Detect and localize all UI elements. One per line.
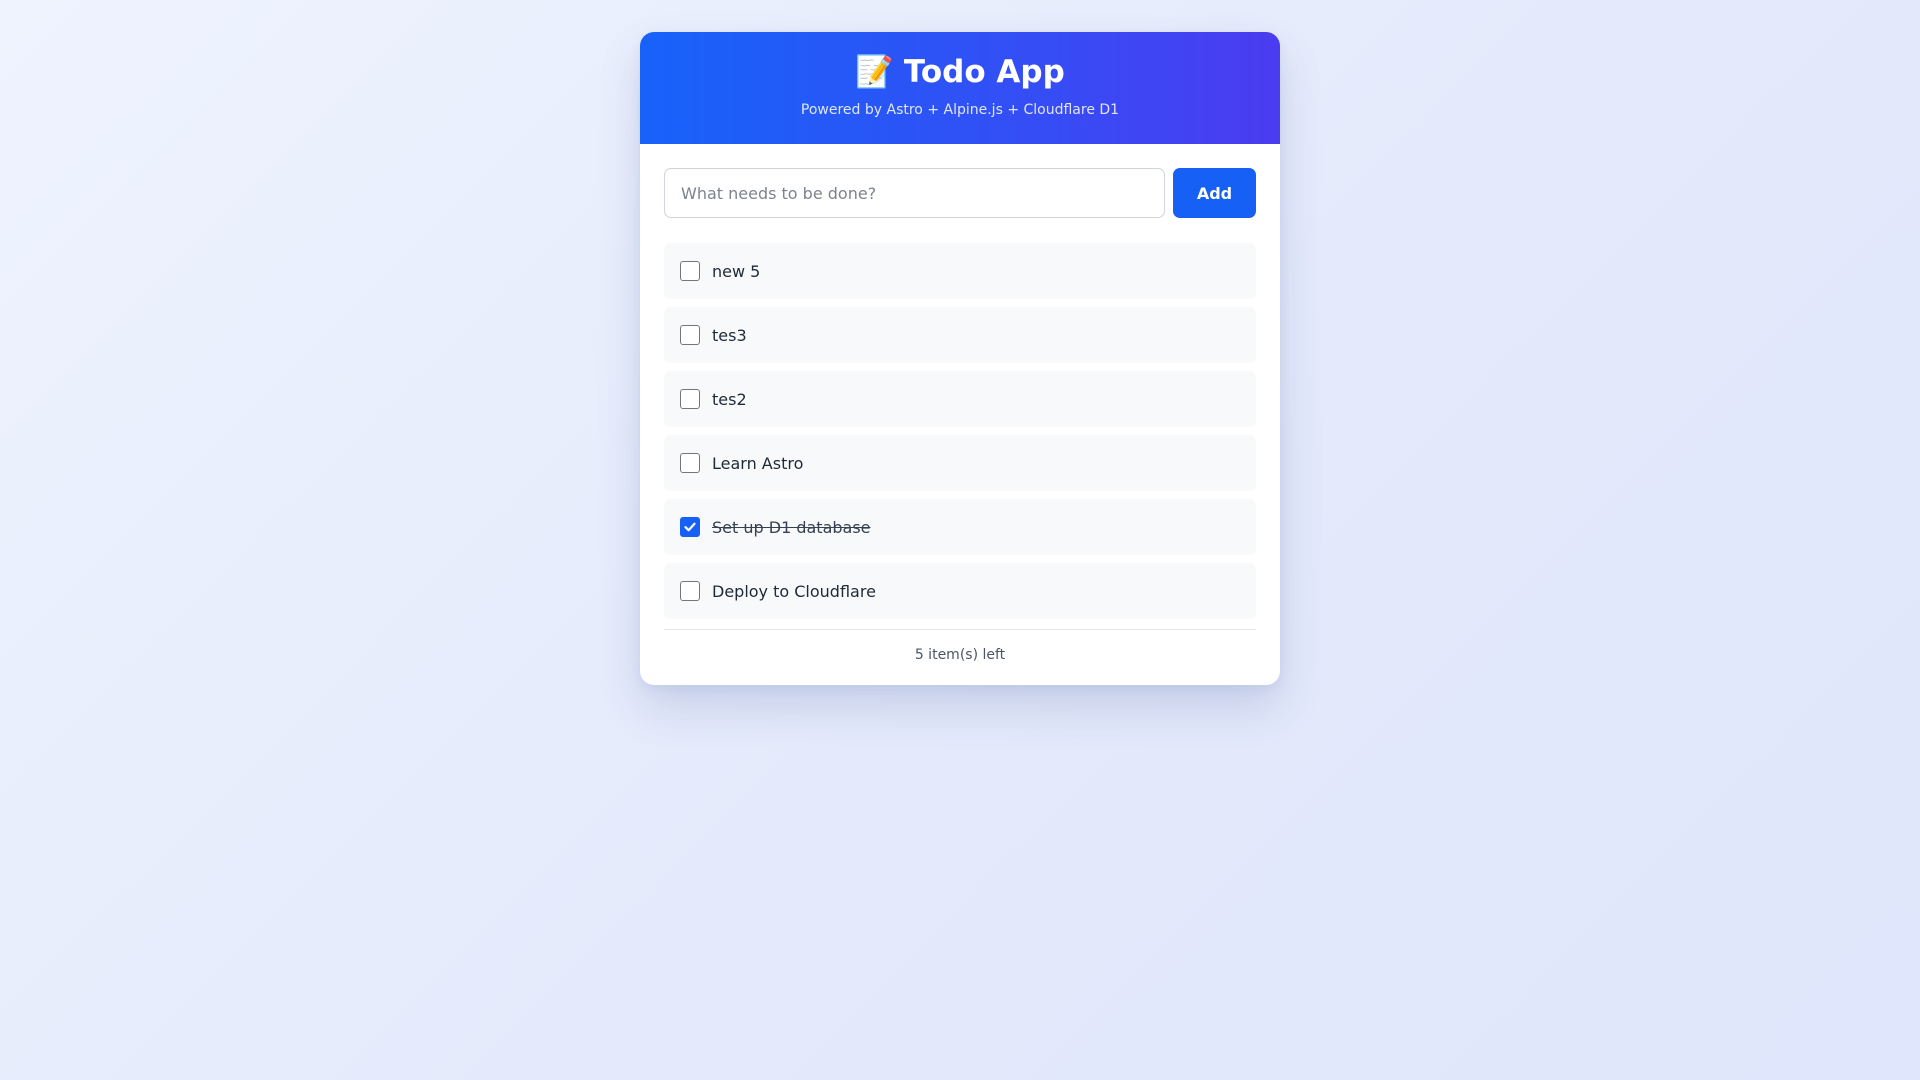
app-title: Todo App	[903, 54, 1065, 90]
page-title: 📝 Todo App	[640, 52, 1280, 92]
new-todo-input[interactable]	[664, 168, 1165, 218]
todo-text: tes2	[712, 389, 747, 409]
app-header: 📝 Todo App Powered by Astro + Alpine.js +…	[640, 32, 1280, 144]
add-todo-row: Add	[664, 168, 1256, 218]
todo-checkbox[interactable]	[680, 517, 700, 537]
todo-footer: 5 item(s) left	[664, 629, 1256, 663]
app-subtitle: Powered by Astro + Alpine.js + Cloudflar…	[800, 102, 1120, 118]
add-button[interactable]: Add	[1173, 168, 1256, 218]
todo-item: Set up D1 database	[664, 499, 1256, 555]
todo-text: tes3	[712, 325, 747, 345]
todo-text: new 5	[712, 261, 761, 281]
todo-list: new 5 tes3 tes2 Learn Astro Set up D1 da…	[664, 243, 1256, 619]
todo-item: Learn Astro	[664, 435, 1256, 491]
todo-checkbox[interactable]	[680, 581, 700, 601]
todo-checkbox[interactable]	[680, 453, 700, 473]
todo-item: tes3	[664, 307, 1256, 363]
todo-item: tes2	[664, 371, 1256, 427]
todo-checkbox[interactable]	[680, 261, 700, 281]
items-left-count: 5 item(s) left	[914, 647, 1006, 663]
todo-body: Add new 5 tes3 tes2	[640, 144, 1280, 685]
todo-checkbox[interactable]	[680, 389, 700, 409]
todo-item: new 5	[664, 243, 1256, 299]
check-icon	[684, 522, 696, 532]
todo-text: Deploy to Cloudflare	[712, 581, 876, 601]
todo-card: 📝 Todo App Powered by Astro + Alpine.js +…	[640, 32, 1280, 685]
memo-icon: 📝	[855, 54, 894, 90]
todo-text: Set up D1 database	[712, 517, 871, 537]
todo-item: Deploy to Cloudflare	[664, 563, 1256, 619]
todo-text: Learn Astro	[712, 453, 804, 473]
todo-checkbox[interactable]	[680, 325, 700, 345]
